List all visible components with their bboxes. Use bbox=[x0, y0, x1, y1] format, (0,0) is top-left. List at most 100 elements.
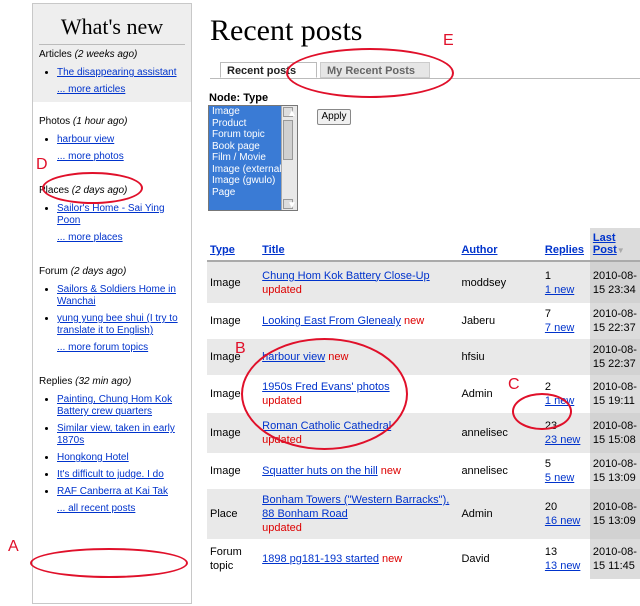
forum-section: Forum (2 days ago) Sailors & Soldiers Ho… bbox=[39, 266, 185, 354]
post-title-link[interactable]: Looking East From Glenealy bbox=[262, 315, 401, 327]
reply-link[interactable]: It's difficult to judge. I do bbox=[57, 469, 164, 480]
last-post-cell: 2010-08-15 15:08 bbox=[589, 413, 640, 453]
post-status-flag: new bbox=[382, 553, 403, 565]
post-title-link[interactable]: Squatter huts on the hill bbox=[262, 465, 378, 477]
replies-column-header[interactable]: Replies bbox=[545, 244, 584, 256]
table-row: Forum topic 1898 pg181-193 started new Dav… bbox=[207, 539, 640, 579]
author-cell: Jaberu bbox=[461, 315, 496, 327]
photos-section: Photos (1 hour ago) harbour view ... mor… bbox=[39, 116, 185, 163]
whats-new-sidebar: What's new Articles (2 weeks ago) The di… bbox=[32, 3, 192, 604]
author-column-header[interactable]: Author bbox=[461, 244, 497, 256]
annotation-ellipse-c bbox=[512, 393, 572, 430]
last-post-cell: 2010-08-15 13:09 bbox=[589, 489, 640, 539]
type-column-header[interactable]: Type bbox=[210, 244, 235, 256]
reply-count: 1 bbox=[544, 269, 552, 282]
reply-link[interactable]: Hongkong Hotel bbox=[57, 452, 129, 463]
annotation-label-b: B bbox=[235, 340, 246, 357]
sort-desc-icon: ▼ bbox=[616, 246, 625, 255]
last-post-cell: 2010-08-15 22:37 bbox=[589, 303, 640, 339]
more-photos-link[interactable]: ... more photos bbox=[39, 151, 185, 163]
author-cell: hfsiu bbox=[458, 339, 542, 375]
type-cell: Image bbox=[210, 315, 241, 327]
table-row: Image Chung Hom Kok Battery Close-Up updat… bbox=[207, 261, 640, 303]
title-cell: Looking East From Glenealy new bbox=[259, 303, 458, 339]
scroll-thumb[interactable] bbox=[283, 120, 293, 160]
all-recent-posts-link[interactable]: ... all recent posts bbox=[39, 503, 185, 515]
forum-age: (2 days ago) bbox=[70, 266, 127, 277]
title-cell: Bonham Towers ("Western Barracks"), 88 B… bbox=[259, 489, 459, 539]
reply-count: 13 bbox=[544, 546, 558, 558]
forum-label: Forum bbox=[39, 266, 68, 277]
articles-age: (2 weeks ago) bbox=[74, 49, 138, 60]
photos-label: Photos bbox=[39, 116, 71, 127]
listbox-scrollbar[interactable]: ▲ ▼ bbox=[281, 106, 297, 210]
apply-button[interactable]: Apply bbox=[317, 109, 351, 125]
replies-label: Replies bbox=[39, 376, 73, 387]
new-replies-link[interactable]: 16 new bbox=[545, 515, 580, 527]
author-cell: David bbox=[461, 553, 490, 565]
scroll-up-icon[interactable]: ▲ bbox=[283, 107, 297, 119]
more-places-link[interactable]: ... more places bbox=[39, 232, 185, 244]
node-type-label: Node: Type bbox=[209, 92, 269, 104]
last-post-column-header[interactable]: Last Post bbox=[593, 232, 617, 256]
type-cell: Image bbox=[207, 261, 260, 303]
annotation-ellipse-e bbox=[286, 48, 454, 98]
type-cell: Image bbox=[210, 465, 241, 477]
replies-age: (32 min ago) bbox=[75, 376, 132, 387]
new-replies-link[interactable]: 7 new bbox=[545, 322, 574, 334]
post-title-link[interactable]: Bonham Towers ("Western Barracks"), 88 B… bbox=[262, 494, 449, 520]
annotation-ellipse-a bbox=[30, 548, 188, 578]
article-link[interactable]: The disappearing assistant bbox=[57, 67, 177, 78]
node-type-select[interactable]: Image Product Forum topic Book page Film… bbox=[208, 105, 298, 211]
author-cell: Admin bbox=[458, 489, 542, 539]
annotation-ellipse-b bbox=[241, 338, 408, 450]
replies-cell bbox=[541, 339, 590, 375]
forum-link[interactable]: yung yung bee shui (I try to translate i… bbox=[57, 313, 178, 336]
table-header-row: Type Title Author Replies Last Post▼ bbox=[207, 228, 640, 262]
sidebar-title: What's new bbox=[39, 4, 185, 45]
reply-count: 2 bbox=[544, 381, 552, 393]
table-row: Place Bonham Towers ("Western Barracks"),… bbox=[207, 489, 640, 539]
replies-section: Replies (32 min ago) Painting, Chung Hom… bbox=[39, 376, 185, 515]
new-replies-link[interactable]: 1 new bbox=[545, 284, 574, 296]
new-replies-link[interactable]: 13 new bbox=[545, 560, 580, 572]
forum-link[interactable]: Sailors & Soldiers Home in Wanchai bbox=[57, 284, 176, 307]
post-title-link[interactable]: 1898 pg181-193 started bbox=[262, 553, 379, 565]
articles-section: Articles (2 weeks ago) The disappearing … bbox=[39, 49, 185, 96]
reply-link[interactable]: Painting, Chung Hom Kok Battery crew qua… bbox=[57, 394, 172, 417]
place-link[interactable]: Sailor's Home - Sai Ying Poon bbox=[57, 203, 165, 226]
new-replies-link[interactable]: 23 new bbox=[545, 434, 580, 446]
replies-cell: 5 5 new bbox=[542, 453, 590, 489]
annotation-label-c: C bbox=[508, 376, 520, 393]
new-replies-link[interactable]: 5 new bbox=[545, 472, 574, 484]
reply-count: 5 bbox=[544, 458, 552, 470]
replies-cell: 20 16 new bbox=[541, 489, 590, 539]
reply-link[interactable]: RAF Canberra at Kai Tak bbox=[57, 486, 168, 497]
page-title: Recent posts bbox=[210, 14, 363, 47]
reply-count: 7 bbox=[544, 308, 552, 320]
photos-age: (1 hour ago) bbox=[72, 116, 128, 127]
annotation-label-a: A bbox=[8, 538, 19, 555]
post-status-flag: updated bbox=[262, 522, 302, 534]
more-forum-topics-link[interactable]: ... more forum topics bbox=[39, 342, 185, 354]
type-cell: Place bbox=[207, 489, 260, 539]
more-articles-link[interactable]: ... more articles bbox=[39, 84, 185, 96]
photo-link[interactable]: harbour view bbox=[57, 134, 114, 145]
table-row: Image Looking East From Glenealy new Jaber… bbox=[207, 303, 640, 339]
reply-link[interactable]: Similar view, taken in early 1870s bbox=[57, 423, 175, 446]
annotation-label-e: E bbox=[443, 32, 454, 49]
post-title-link[interactable]: Chung Hom Kok Battery Close-Up bbox=[262, 270, 430, 282]
title-cell: Squatter huts on the hill new bbox=[259, 453, 458, 489]
scroll-down-icon[interactable]: ▼ bbox=[283, 199, 297, 210]
reply-count: 20 bbox=[544, 501, 558, 513]
annotation-ellipse-d bbox=[42, 172, 143, 204]
replies-cell: 13 13 new bbox=[542, 539, 590, 579]
title-cell: 1898 pg181-193 started new bbox=[259, 539, 458, 579]
sidebar-header: What's new Articles (2 weeks ago) The di… bbox=[33, 4, 191, 102]
last-post-cell: 2010-08-15 13:09 bbox=[589, 453, 640, 489]
articles-label: Articles bbox=[39, 49, 72, 60]
title-column-header[interactable]: Title bbox=[262, 244, 284, 256]
last-post-cell: 2010-08-15 22:37 bbox=[589, 339, 640, 375]
post-status-flag: updated bbox=[262, 283, 302, 296]
type-cell: Forum topic bbox=[210, 546, 242, 572]
